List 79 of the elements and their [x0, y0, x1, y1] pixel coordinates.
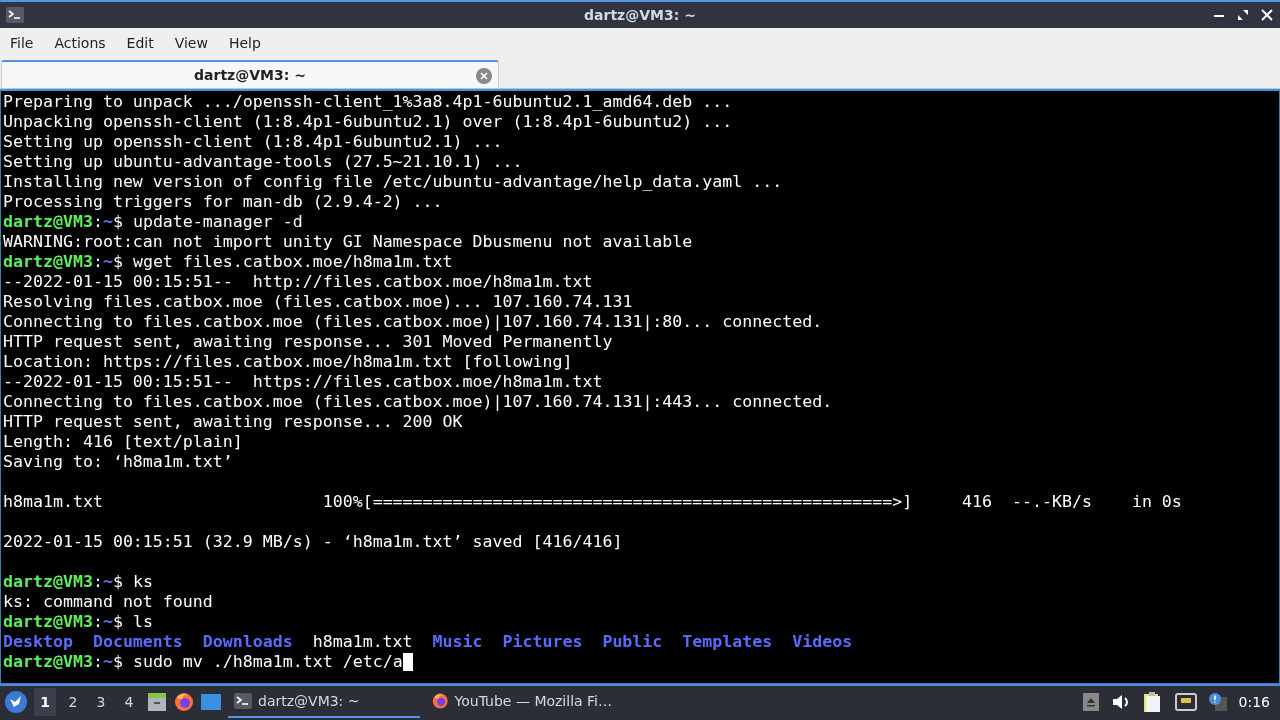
terminal-text: HTTP request sent, awaiting response... 200 OK: [3, 412, 463, 432]
terminal-text: :: [92, 212, 103, 232]
terminal-text: --2022-01-15 00:15:51-- http://files.catbox.moe/h8ma1m.txt: [3, 272, 593, 292]
terminal-text: Installing new version of config file /etc/ubuntu-advantage/help_data.yaml ...: [3, 172, 783, 192]
terminal-text: --2022-01-15 00:15:51-- https://files.catbox.moe/h8ma1m.txt: [3, 372, 603, 392]
close-tab-icon[interactable]: [476, 68, 492, 84]
terminal-text: Setting up openssh-client (1:8.4p1-6ubuntu2.1) ...: [3, 132, 503, 152]
terminal-text: :: [92, 612, 103, 632]
clipboard-icon[interactable]: [1142, 691, 1163, 713]
desktop-icon[interactable]: [200, 692, 222, 712]
terminal-text: :: [92, 572, 103, 592]
prompt-path: ~: [102, 612, 113, 632]
terminal-text: Saving to: ‘h8ma1m.txt’: [3, 452, 233, 472]
prompt-user: dartz@VM3: [3, 612, 93, 632]
task-button[interactable]: YouTube — Mozilla Fi…: [426, 686, 618, 718]
prompt-user: dartz@VM3: [3, 652, 93, 672]
maximize-button[interactable]: [1236, 8, 1250, 22]
terminal-text: Location: https://files.catbox.moe/h8ma1m.txt [following]: [3, 352, 573, 372]
close-button[interactable]: [1260, 8, 1274, 22]
terminal-text: h8ma1m.txt 100%[====================================================>] 416 --.-KB/s in 0s: [3, 492, 1182, 512]
task-button[interactable]: dartz@VM3: ~: [228, 686, 420, 718]
terminal-icon: [6, 7, 24, 23]
prompt-path: ~: [102, 252, 113, 272]
terminal-text: Unpacking openssh-client (1:8.4p1-6ubuntu2.1) over (1:8.4p1-6ubuntu2) ...: [3, 112, 733, 132]
terminal-text: 2022-01-15 00:15:51 (32.9 MB/s) - ‘h8ma1m.txt’ saved [416/416]: [3, 532, 623, 552]
terminal-text: Connecting to files.catbox.moe (files.catbox.moe)|107.160.74.131|:443... connected.: [3, 392, 833, 412]
terminal-text: ks: command not found: [3, 592, 213, 612]
directory-name: Videos: [792, 632, 853, 652]
terminal-text: Processing triggers for man-db (2.9.4-2) ...: [3, 192, 443, 212]
terminal-text: WARNING:root:can not import unity GI Namespace Dbusmenu not available: [3, 232, 693, 252]
terminal-text: $ sudo mv ./h8ma1m.txt /etc/a: [112, 652, 403, 672]
terminal-text: Setting up ubuntu-advantage-tools (27.5~21.10.1) ...: [3, 152, 523, 172]
clock: 0:16: [1238, 694, 1270, 710]
workspace-button[interactable]: 3: [90, 688, 112, 716]
terminal-text: $ wget files.catbox.moe/h8ma1m.txt: [112, 252, 453, 272]
menu-item[interactable]: Help: [220, 30, 269, 55]
terminal-text: Length: 416 [text/plain]: [3, 432, 243, 452]
directory-name: Documents: [92, 632, 183, 652]
directory-name: Pictures: [502, 632, 583, 652]
terminal-icon: [234, 693, 252, 709]
firefox-icon[interactable]: [174, 692, 194, 712]
directory-name: Templates: [682, 632, 773, 652]
prompt-path: ~: [102, 212, 113, 232]
terminal-text: Resolving files.catbox.moe (files.catbox.moe)... 107.160.74.131: [3, 292, 633, 312]
menu-item[interactable]: File: [2, 30, 42, 55]
terminal-tab[interactable]: dartz@VM3: ~: [1, 60, 499, 88]
terminal-text: h8ma1m.txt: [312, 632, 413, 652]
workspace-button[interactable]: 2: [62, 688, 84, 716]
window-title: dartz@VM3: ~: [584, 7, 696, 23]
menu-item[interactable]: Actions: [46, 30, 114, 55]
text-cursor: [402, 653, 413, 671]
workspace-button[interactable]: 1: [34, 688, 56, 716]
eject-icon[interactable]: [1082, 693, 1099, 711]
directory-name: Desktop: [3, 632, 73, 652]
firefox-icon[interactable]: [432, 691, 449, 711]
terminal-area[interactable]: [0, 89, 1280, 684]
directory-name: Music: [432, 632, 483, 652]
terminal-text: $ update-manager -d: [112, 212, 303, 232]
terminal-text: :: [92, 252, 103, 272]
directory-name: Downloads: [202, 632, 293, 652]
workspace-button[interactable]: 4: [118, 688, 140, 716]
terminal-text: $ ls: [112, 612, 153, 632]
terminal-text: Preparing to unpack .../openssh-client_1%3a8.4p1-6ubuntu2.1_amd64.deb ...: [3, 92, 733, 112]
prompt-path: ~: [102, 652, 113, 672]
terminal-text: Connecting to files.catbox.moe (files.catbox.moe)|107.160.74.131|:80... connected.: [3, 312, 823, 332]
menu-item[interactable]: View: [166, 30, 216, 55]
prompt-user: dartz@VM3: [3, 572, 93, 592]
file-cabinet-icon[interactable]: [146, 691, 168, 713]
menu-item[interactable]: Edit: [118, 30, 162, 55]
terminal-text: $ ks: [112, 572, 153, 592]
terminal-text: :: [92, 652, 103, 672]
terminal-text: HTTP request sent, awaiting response... 301 Moved Permanently: [3, 332, 613, 352]
prompt-user: dartz@VM3: [3, 252, 93, 272]
notification-icon[interactable]: [1208, 693, 1227, 711]
volume-icon[interactable]: [1110, 693, 1131, 711]
prompt-user: dartz@VM3: [3, 212, 93, 232]
network-icon[interactable]: [1174, 693, 1197, 711]
directory-name: Public: [602, 632, 663, 652]
prompt-path: ~: [102, 572, 113, 592]
